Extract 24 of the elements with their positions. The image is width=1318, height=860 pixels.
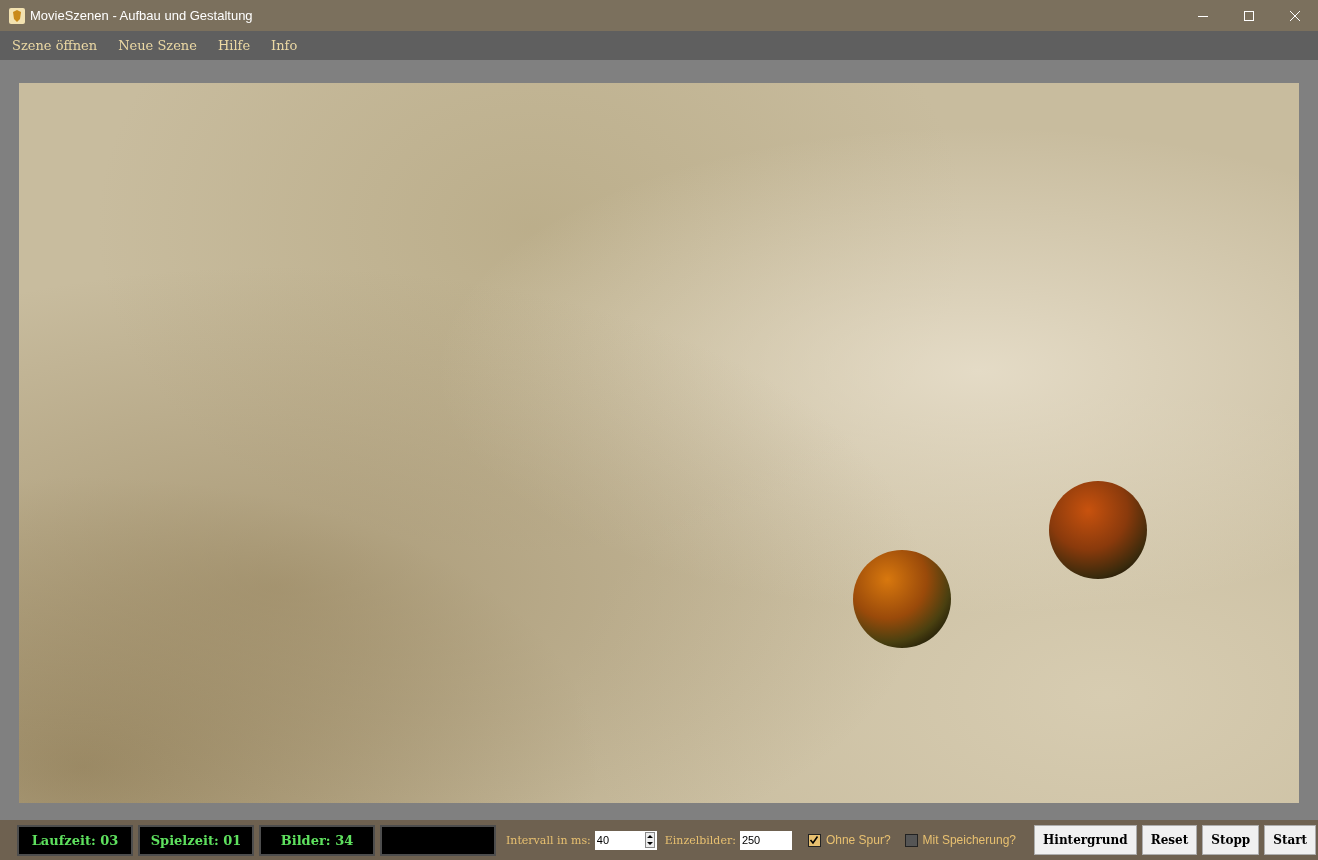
checkbox[interactable] <box>904 833 918 847</box>
counter-display: Bilder: 34 <box>259 824 375 856</box>
menu-item[interactable]: Szene öffnen <box>4 36 106 55</box>
interval-label: Intervall in ms: <box>506 833 591 847</box>
action-button[interactable]: Reset <box>1141 825 1198 855</box>
action-button[interactable]: Hintergrund <box>1034 825 1137 855</box>
maximize-icon <box>1244 10 1254 21</box>
checkbox-label: Mit Speicherung? <box>922 833 1016 847</box>
action-button[interactable]: Start <box>1264 825 1317 855</box>
frames-input[interactable]: 250 <box>739 830 792 850</box>
spinner-arrows-icon[interactable] <box>644 832 655 848</box>
checkbox[interactable] <box>807 833 821 847</box>
app-icon <box>9 7 25 24</box>
action-button[interactable]: Stopp <box>1202 825 1260 855</box>
checkbox-label: Ohne Spur? <box>825 833 891 847</box>
counter-display: Laufzeit: 03 <box>17 824 133 856</box>
window-title: MovieSzenen - Aufbau und Gestaltung <box>30 8 253 23</box>
menu-item[interactable]: Hilfe <box>209 36 259 55</box>
close-icon <box>1290 10 1300 21</box>
interval-spinner[interactable]: 40 <box>594 830 657 850</box>
menu-item[interactable]: Info <box>263 36 306 55</box>
menu-item[interactable]: Neue Szene <box>110 36 205 55</box>
counter-display: Spielzeit: 01 <box>138 824 254 856</box>
frames-label: Einzelbilder: <box>664 833 736 847</box>
